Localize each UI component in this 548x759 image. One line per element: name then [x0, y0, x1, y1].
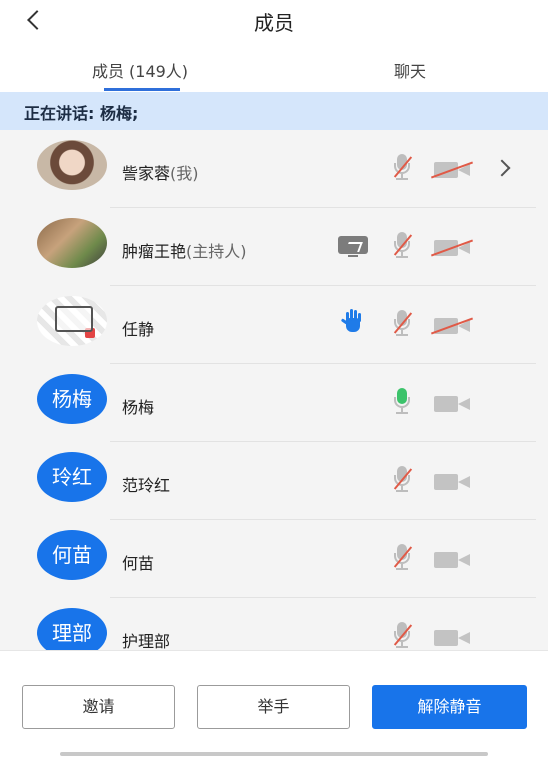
member-name-text: 范玲红 — [122, 476, 171, 495]
member-row[interactable]: 玲红 范玲红 — [0, 442, 548, 520]
raised-hand-icon — [340, 308, 364, 334]
member-name: 护理部 — [122, 628, 170, 650]
speaking-text: 正在讲话: 杨梅; — [24, 104, 139, 123]
invite-button[interactable]: 邀请 — [22, 685, 175, 729]
page-title: 成员 — [254, 11, 294, 35]
mic-muted-icon[interactable] — [392, 154, 413, 182]
header: 成员 — [0, 0, 548, 44]
mic-active-icon[interactable] — [392, 388, 412, 416]
tab-members[interactable]: 成员 (149人) — [70, 58, 210, 82]
member-list[interactable]: 訾家蓉(我) 肿瘤王艳(主持人) 任静 杨梅 杨梅 玲红 范玲红 何苗 何苗 理… — [0, 130, 548, 650]
member-row[interactable]: 訾家蓉(我) — [0, 130, 548, 208]
home-indicator — [60, 752, 488, 756]
avatar: 理部 — [37, 608, 107, 650]
member-role: (主持人) — [186, 242, 247, 261]
mic-muted-icon[interactable] — [392, 310, 413, 338]
member-row[interactable]: 任静 — [0, 286, 548, 364]
avatar — [37, 218, 107, 268]
speaking-banner: 正在讲话: 杨梅; — [0, 92, 548, 130]
mic-muted-icon[interactable] — [392, 544, 413, 572]
camera-off-icon[interactable] — [430, 317, 474, 335]
tab-bar: 成员 (149人) 聊天 — [0, 52, 548, 92]
camera-icon[interactable] — [434, 396, 470, 412]
camera-icon[interactable] — [434, 552, 470, 568]
raise-hand-button[interactable]: 举手 — [197, 685, 350, 729]
member-name-text: 何苗 — [122, 554, 155, 573]
member-role: (我) — [170, 164, 199, 183]
chevron-right-icon[interactable] — [496, 162, 508, 174]
member-row[interactable]: 杨梅 杨梅 — [0, 364, 548, 442]
mic-muted-icon[interactable] — [392, 466, 413, 494]
member-name-text: 任静 — [122, 320, 155, 339]
camera-off-icon[interactable] — [430, 161, 474, 179]
tab-chat[interactable]: 聊天 — [340, 58, 480, 82]
camera-icon[interactable] — [434, 630, 470, 646]
member-name: 范玲红 — [122, 472, 170, 496]
member-name: 何苗 — [122, 550, 154, 574]
avatar — [37, 140, 107, 190]
unmute-button[interactable]: 解除静音 — [372, 685, 527, 729]
member-row[interactable]: 何苗 何苗 — [0, 520, 548, 598]
screen-share-icon — [338, 236, 368, 258]
member-name-text: 杨梅 — [122, 398, 155, 417]
mic-muted-icon[interactable] — [392, 622, 413, 650]
tab-underline — [104, 88, 180, 91]
camera-icon[interactable] — [434, 474, 470, 490]
member-name-text: 护理部 — [122, 632, 171, 650]
member-name: 肿瘤王艳(主持人) — [122, 238, 247, 262]
member-name: 訾家蓉(我) — [122, 160, 199, 184]
avatar: 玲红 — [37, 452, 107, 502]
member-name: 杨梅 — [122, 394, 154, 418]
avatar: 杨梅 — [37, 374, 107, 424]
avatar — [37, 296, 107, 346]
member-name: 任静 — [122, 316, 154, 340]
member-name-text: 肿瘤王艳 — [122, 242, 187, 261]
member-name-text: 訾家蓉 — [122, 164, 171, 183]
camera-off-icon[interactable] — [430, 239, 474, 257]
member-row[interactable]: 肿瘤王艳(主持人) — [0, 208, 548, 286]
bottom-bar: 邀请 举手 解除静音 — [0, 650, 548, 759]
member-row[interactable]: 理部 护理部 — [0, 598, 548, 650]
mic-muted-icon[interactable] — [392, 232, 413, 260]
avatar: 何苗 — [37, 530, 107, 580]
